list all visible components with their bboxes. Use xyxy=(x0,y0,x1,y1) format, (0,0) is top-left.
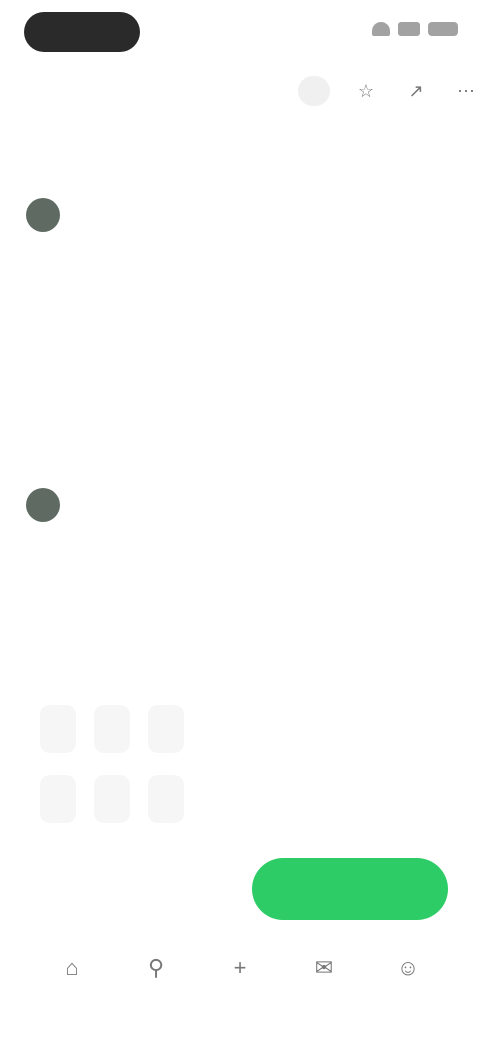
nav-item-home[interactable]: ⌂ xyxy=(40,944,104,1024)
dynamic-island xyxy=(24,12,140,52)
header-actions: ☆ ↗ ⋯ xyxy=(298,76,480,106)
nav-item-messages[interactable]: ✉ xyxy=(292,944,356,1024)
action-bar xyxy=(0,848,480,932)
bookmark-icon[interactable]: ☆ xyxy=(352,77,380,105)
home-icon: ⌂ xyxy=(65,955,79,980)
chip-row xyxy=(40,775,480,823)
related-chip[interactable] xyxy=(40,775,76,823)
status-bar xyxy=(0,0,480,62)
chip-row xyxy=(40,705,480,753)
header: ☆ ↗ ⋯ xyxy=(0,66,480,116)
comment-meta xyxy=(80,348,280,374)
related-chip[interactable] xyxy=(94,775,130,823)
related-chip[interactable] xyxy=(94,705,130,753)
follow-button[interactable] xyxy=(298,76,330,106)
comment-meta-list xyxy=(80,348,280,452)
system-icons xyxy=(372,22,458,36)
signal-icon xyxy=(398,22,420,36)
nav-item-search[interactable]: ⚲ xyxy=(124,944,188,1024)
related-chip[interactable] xyxy=(148,775,184,823)
battery-icon xyxy=(428,22,458,36)
nav-item-profile[interactable]: ☺ xyxy=(376,944,440,1024)
search-icon: ⚲ xyxy=(147,955,165,980)
related-chip[interactable] xyxy=(40,705,76,753)
more-icon[interactable]: ⋯ xyxy=(452,77,480,105)
wifi-icon xyxy=(372,22,390,36)
message-icon: ✉ xyxy=(314,955,334,980)
profile-icon: ☺ xyxy=(396,955,420,980)
share-icon[interactable]: ↗ xyxy=(402,77,430,105)
nav-item-add[interactable]: + xyxy=(208,944,272,1024)
primary-cta-button[interactable] xyxy=(252,858,448,920)
avatar[interactable] xyxy=(26,198,60,232)
add-icon: + xyxy=(233,955,247,980)
bottom-nav: ⌂ ⚲ + ✉ ☺ xyxy=(0,944,480,1024)
avatar[interactable] xyxy=(26,488,60,522)
comment-meta xyxy=(80,426,280,452)
comment-meta xyxy=(80,400,280,426)
comment-meta xyxy=(80,374,280,400)
related-chip[interactable] xyxy=(148,705,184,753)
